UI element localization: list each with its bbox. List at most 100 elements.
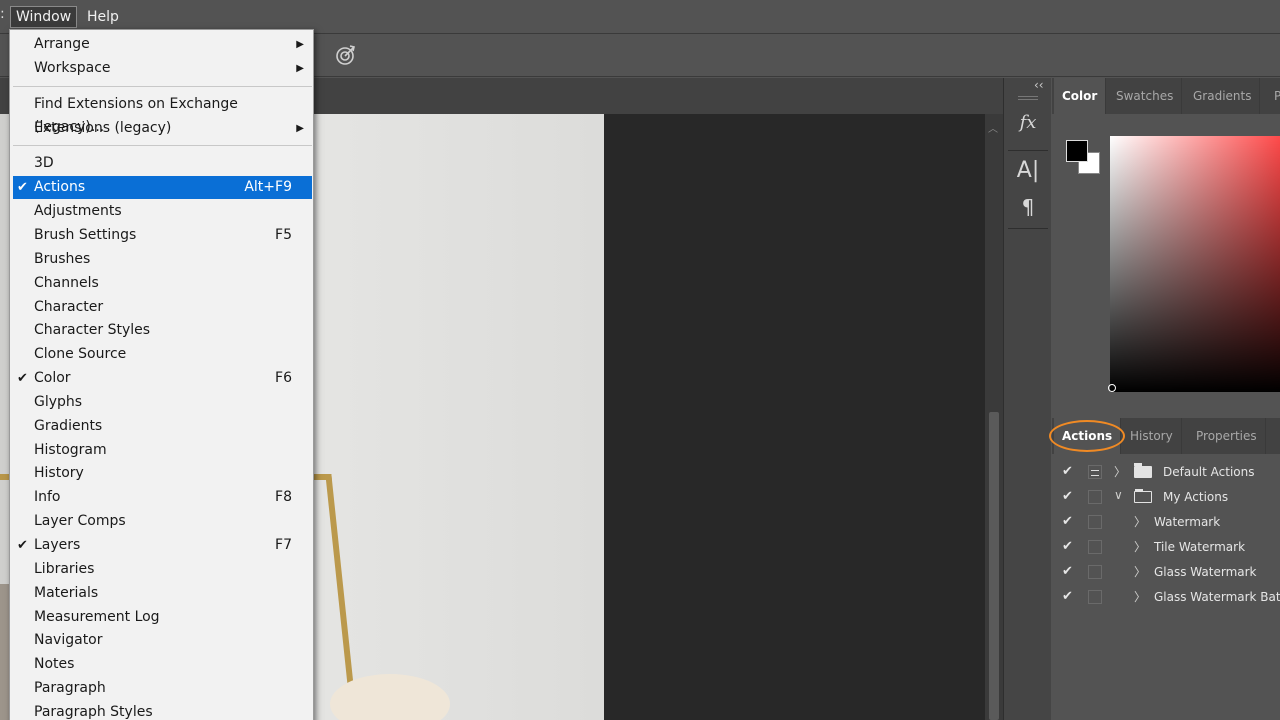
annotation-highlight-ring (1049, 420, 1125, 452)
action-set-row[interactable]: ✔ 〉 Default Actions (1052, 460, 1280, 485)
menu-item-navigator[interactable]: Navigator (13, 629, 312, 652)
menu-item-measurement-log[interactable]: Measurement Log (13, 606, 312, 629)
tab-patterns[interactable]: P (1266, 78, 1280, 114)
scrollbar-thumb[interactable] (989, 412, 999, 720)
menu-item-character-styles[interactable]: Character Styles (13, 319, 312, 342)
menu-item-shortcut: F7 (275, 537, 292, 553)
action-set-label: My Actions (1163, 490, 1229, 504)
tab-properties[interactable]: Properties (1188, 418, 1266, 454)
expand-chevron-icon[interactable]: 〉 (1134, 588, 1146, 605)
menu-item-clone-source[interactable]: Clone Source (13, 343, 312, 366)
expand-chevron-icon[interactable]: 〉 (1114, 463, 1126, 480)
action-row[interactable]: ✔ 〉 Watermark (1052, 510, 1280, 535)
menu-item-arrange[interactable]: Arrange ▶ (13, 33, 312, 56)
toggle-check-icon[interactable]: ✔ (1062, 589, 1076, 604)
dialog-toggle-icon[interactable] (1088, 465, 1102, 479)
menu-item-character[interactable]: Character (13, 296, 312, 319)
menu-item-layer-comps[interactable]: Layer Comps (13, 510, 312, 533)
menu-item-label: Channels (34, 274, 99, 291)
toggle-check-icon[interactable]: ✔ (1062, 539, 1076, 554)
dialog-toggle-icon[interactable] (1088, 565, 1102, 579)
menu-item-find-extensions-on-exchange-legacy[interactable]: Find Extensions on Exchange (legacy)... (13, 93, 312, 135)
menu-item-glyphs[interactable]: Glyphs (13, 391, 312, 414)
menu-item-label: Adjustments (34, 203, 122, 220)
dialog-toggle-icon[interactable] (1088, 490, 1102, 504)
dialog-toggle-icon[interactable] (1088, 515, 1102, 529)
toggle-check-icon[interactable]: ✔ (1062, 564, 1076, 579)
menu-item-label: 3D (34, 155, 54, 172)
actions-panel: ✔ 〉 Default Actions ✔ ∨ My Actions ✔ 〉 W… (1052, 454, 1280, 720)
toggle-check-icon[interactable]: ✔ (1062, 464, 1076, 479)
menu-item-notes[interactable]: Notes (13, 653, 312, 676)
target-pressure-icon[interactable] (333, 43, 357, 67)
color-picker-cursor[interactable] (1108, 384, 1116, 392)
expand-chevron-icon[interactable]: 〉 (1134, 538, 1146, 555)
menu-item-info[interactable]: Info F8 (13, 486, 312, 509)
character-panel-icon[interactable]: A| (1012, 156, 1044, 186)
styles-fx-icon[interactable]: fx (1012, 108, 1044, 138)
menu-item-workspace[interactable]: Workspace ▶ (13, 57, 312, 80)
menu-item-shortcut: F5 (275, 226, 292, 243)
menu-item-history[interactable]: History (13, 462, 312, 485)
menu-item-brush-settings[interactable]: Brush Settings F5 (13, 224, 312, 247)
menu-item-label: Info (34, 489, 61, 506)
menu-item-channels[interactable]: Channels (13, 272, 312, 295)
menu-item-materials[interactable]: Materials (13, 582, 312, 605)
foreground-color-swatch[interactable] (1066, 140, 1088, 162)
submenu-arrow-icon: ▶ (296, 62, 304, 74)
menu-item-label: Libraries (34, 560, 95, 577)
menu-item-extensions-legacy[interactable]: Extensions (legacy) ▶ (13, 117, 312, 140)
menu-item-layers[interactable]: ✔ Layers F7 (13, 534, 312, 557)
dock-grip[interactable] (1018, 96, 1038, 100)
menu-item-label: Paragraph (34, 680, 106, 697)
menu-item-brushes[interactable]: Brushes (13, 248, 312, 271)
tab-history[interactable]: History (1122, 418, 1182, 454)
action-row[interactable]: ✔ 〉 Glass Watermark Batch (1052, 585, 1280, 610)
menu-item-label: Workspace (34, 59, 111, 76)
action-row[interactable]: ✔ 〉 Glass Watermark (1052, 560, 1280, 585)
menu-item-libraries[interactable]: Libraries (13, 558, 312, 581)
collapse-chevron-icon[interactable]: ∨ (1114, 488, 1123, 502)
menu-item-adjustments[interactable]: Adjustments (13, 200, 312, 223)
photoshop-window: : Window Help ︿ ‹‹ fx A| ¶ Color Swatche… (0, 0, 1280, 720)
canvas-vertical-scrollbar[interactable]: ︿ (985, 114, 1003, 720)
toggle-check-icon[interactable]: ✔ (1062, 514, 1076, 529)
menu-window[interactable]: Window (10, 6, 78, 28)
menu-item-label: Materials (34, 584, 99, 601)
menu-item-label: Brush Settings (34, 226, 137, 243)
checkmark-icon: ✔ (17, 371, 28, 387)
action-set-row[interactable]: ✔ ∨ My Actions (1052, 485, 1280, 510)
menu-item-actions[interactable]: ✔ Actions Alt+F9 (13, 176, 312, 200)
paragraph-panel-icon[interactable]: ¶ (1012, 192, 1044, 222)
menu-item-3d[interactable]: 3D (13, 152, 312, 175)
action-label: Watermark (1154, 515, 1221, 529)
menu-item-color[interactable]: ✔ Color F6 (13, 367, 312, 390)
action-row[interactable]: ✔ 〉 Tile Watermark (1052, 535, 1280, 560)
menu-item-gradients[interactable]: Gradients (13, 415, 312, 438)
toggle-check-icon[interactable]: ✔ (1062, 489, 1076, 504)
dialog-toggle-icon[interactable] (1088, 540, 1102, 554)
dock-separator (1008, 228, 1048, 229)
collapse-dock-icon[interactable]: ‹‹ (1034, 78, 1044, 92)
scroll-up-icon[interactable]: ︿ (988, 120, 998, 135)
menu-item-label: Extensions (legacy) (34, 119, 172, 136)
menu-help[interactable]: Help (82, 6, 124, 28)
action-label: Glass Watermark Batch (1154, 590, 1280, 604)
tab-color[interactable]: Color (1054, 78, 1107, 114)
menu-item-label: Gradients (34, 417, 103, 434)
dialog-toggle-icon[interactable] (1088, 590, 1102, 604)
expand-chevron-icon[interactable]: 〉 (1134, 563, 1146, 580)
menu-item-label: Arrange (34, 36, 90, 52)
action-label: Glass Watermark (1154, 565, 1257, 579)
menu-item-paragraph[interactable]: Paragraph (13, 677, 312, 700)
color-picker-field[interactable] (1110, 136, 1280, 392)
submenu-arrow-icon: ▶ (296, 39, 304, 50)
expand-chevron-icon[interactable]: 〉 (1134, 513, 1146, 530)
tab-gradients[interactable]: Gradients (1185, 78, 1261, 114)
menu-item-paragraph-styles[interactable]: Paragraph Styles (13, 701, 312, 720)
menu-item-label: Character (34, 298, 104, 315)
menu-separator (13, 85, 312, 87)
tab-swatches[interactable]: Swatches (1108, 78, 1183, 114)
checkmark-icon: ✔ (17, 538, 28, 553)
menu-item-histogram[interactable]: Histogram (13, 439, 312, 462)
